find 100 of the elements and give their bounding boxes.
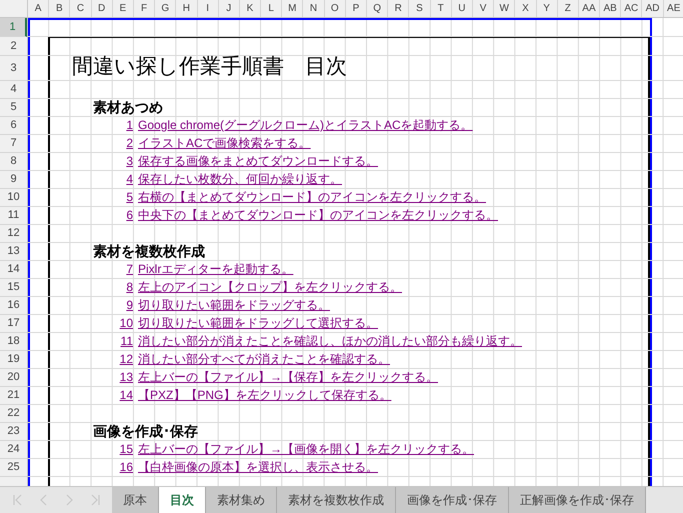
column-header[interactable]: F: [134, 0, 156, 17]
step-number-link[interactable]: 12: [28, 351, 133, 368]
step-number-link[interactable]: 11: [28, 333, 133, 350]
step-link[interactable]: 切り取りたい範囲をドラッグして選択する。: [138, 315, 378, 332]
step-number-link[interactable]: 16: [28, 459, 133, 476]
column-header[interactable]: Q: [367, 0, 388, 17]
step-number-link[interactable]: 8: [28, 279, 133, 296]
column-header[interactable]: D: [92, 0, 113, 17]
row-header[interactable]: 19: [0, 351, 27, 369]
step-number-link[interactable]: 4: [28, 171, 133, 188]
row-header[interactable]: 2: [0, 37, 27, 56]
step-number-link[interactable]: 7: [28, 261, 133, 278]
step-link[interactable]: イラストACで画像検索をする。: [138, 135, 311, 152]
row-header[interactable]: 4: [0, 81, 27, 99]
section-heading: 素材を複数枚作成: [93, 243, 205, 260]
column-header[interactable]: T: [430, 0, 452, 17]
column-header[interactable]: W: [494, 0, 516, 17]
row-header[interactable]: 25: [0, 459, 27, 477]
row-header[interactable]: 13: [0, 243, 27, 261]
row-header[interactable]: 20: [0, 369, 27, 387]
column-header[interactable]: AD: [642, 0, 664, 17]
row-header[interactable]: 14: [0, 261, 27, 279]
column-header[interactable]: AB: [600, 0, 622, 17]
column-header[interactable]: AA: [578, 0, 600, 17]
column-header[interactable]: L: [261, 0, 282, 17]
step-number-link[interactable]: 3: [28, 153, 133, 170]
step-number-link[interactable]: 13: [28, 369, 133, 386]
column-header[interactable]: V: [472, 0, 494, 17]
column-header[interactable]: O: [324, 0, 346, 17]
row-header[interactable]: 15: [0, 279, 27, 297]
first-sheet-icon[interactable]: [12, 494, 22, 506]
step-number-link[interactable]: 9: [28, 297, 133, 314]
column-header[interactable]: A: [28, 0, 50, 17]
column-header[interactable]: AC: [621, 0, 642, 17]
column-header[interactable]: J: [218, 0, 240, 17]
sheet-tab[interactable]: 正解画像を作成･保存: [509, 487, 646, 513]
step-number-link[interactable]: 6: [28, 207, 133, 224]
column-header[interactable]: I: [198, 0, 219, 17]
column-header[interactable]: K: [240, 0, 262, 17]
step-link[interactable]: 左上バーの【ファイル】→【保存】を左クリックする。: [138, 369, 438, 386]
column-header[interactable]: U: [452, 0, 473, 17]
step-link[interactable]: 左上バーの【ファイル】→【画像を開く】を左クリックする。: [138, 441, 474, 458]
step-number-link[interactable]: 5: [28, 189, 133, 206]
sheet-tab[interactable]: 原本: [112, 487, 159, 513]
last-sheet-icon[interactable]: [90, 494, 100, 506]
column-header[interactable]: H: [176, 0, 198, 17]
column-header[interactable]: Z: [558, 0, 579, 17]
row-header[interactable]: 22: [0, 405, 27, 423]
sheet-tab[interactable]: 目次: [159, 487, 206, 513]
row-header[interactable]: 6: [0, 117, 27, 135]
previous-sheet-icon[interactable]: [40, 494, 48, 506]
row-header[interactable]: 18: [0, 333, 27, 351]
column-header[interactable]: Y: [536, 0, 558, 17]
step-number-link[interactable]: 1: [28, 117, 133, 134]
column-header[interactable]: M: [282, 0, 304, 17]
column-header[interactable]: S: [409, 0, 431, 17]
step-link[interactable]: 左上のアイコン【クロップ】を左クリックする。: [138, 279, 402, 296]
step-link[interactable]: 【白枠画像の原本】を選択し、表示させる。: [138, 459, 378, 476]
step-link[interactable]: 中央下の【まとめてダウンロード】のアイコンを左クリックする。: [138, 207, 498, 224]
row-header[interactable]: 10: [0, 189, 27, 207]
step-number-link[interactable]: 15: [28, 441, 133, 458]
next-sheet-icon[interactable]: [64, 494, 72, 506]
row-header[interactable]: 23: [0, 423, 27, 441]
row-header[interactable]: 24: [0, 441, 27, 459]
column-header[interactable]: AE: [664, 0, 683, 17]
step-link[interactable]: Google chrome(グーグルクローム)とイラストACを起動する。: [138, 117, 473, 134]
row-header[interactable]: 12: [0, 225, 27, 243]
row-header[interactable]: 21: [0, 387, 27, 405]
section-heading: 素材あつめ: [93, 99, 163, 116]
row-header[interactable]: 16: [0, 297, 27, 315]
step-link[interactable]: 消したい部分が消えたことを確認し、ほかの消したい部分も繰り返す。: [138, 333, 522, 350]
row-header[interactable]: 5: [0, 99, 27, 117]
step-number-link[interactable]: 14: [28, 387, 133, 404]
step-link[interactable]: 保存したい枚数分、何回か繰り返す。: [138, 171, 342, 188]
column-header[interactable]: B: [49, 0, 70, 17]
row-header[interactable]: 1: [0, 18, 27, 37]
sheet-tab[interactable]: 素材を複数枚作成: [277, 487, 396, 513]
column-header[interactable]: X: [515, 0, 536, 17]
step-number-link[interactable]: 2: [28, 135, 133, 152]
column-header[interactable]: P: [346, 0, 367, 17]
column-header[interactable]: R: [388, 0, 410, 17]
column-header[interactable]: G: [155, 0, 176, 17]
row-header[interactable]: 17: [0, 315, 27, 333]
column-header[interactable]: N: [303, 0, 325, 17]
step-link[interactable]: 切り取りたい範囲をドラッグする。: [138, 297, 330, 314]
row-header[interactable]: 9: [0, 171, 27, 189]
step-link[interactable]: 【PXZ】【PNG】を左クリックして保存する。: [138, 387, 392, 404]
row-header[interactable]: 11: [0, 207, 27, 225]
sheet-tab[interactable]: 画像を作成･保存: [396, 487, 509, 513]
row-header[interactable]: 8: [0, 153, 27, 171]
step-link[interactable]: 保存する画像をまとめてダウンロードする。: [138, 153, 378, 170]
row-header[interactable]: 3: [0, 56, 27, 81]
step-link[interactable]: 右横の【まとめてダウンロード】のアイコンを左クリックする。: [138, 189, 486, 206]
column-header[interactable]: C: [70, 0, 92, 17]
sheet-tab[interactable]: 素材集め: [206, 487, 277, 513]
column-header[interactable]: E: [112, 0, 134, 17]
step-number-link[interactable]: 10: [28, 315, 133, 332]
step-link[interactable]: 消したい部分すべてが消えたことを確認する。: [138, 351, 390, 368]
step-link[interactable]: Pixlrエディターを起動する。: [138, 261, 294, 278]
row-header[interactable]: 7: [0, 135, 27, 153]
